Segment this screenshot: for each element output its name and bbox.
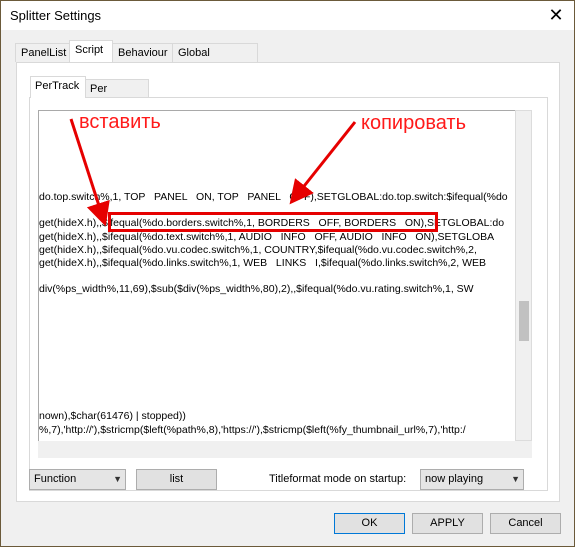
tab-script[interactable]: Script xyxy=(69,40,113,62)
code-line: div(%ps_width%,11,69),$sub($div(%ps_widt… xyxy=(39,283,474,295)
code-line: nown),$char(61476) | stopped)) xyxy=(39,410,186,422)
ok-button[interactable]: OK xyxy=(334,513,405,534)
script-editor[interactable]: do.top.switch%,1, TOP PANEL ON, TOP PANE… xyxy=(38,110,517,443)
list-button[interactable]: list xyxy=(136,469,217,490)
chevron-down-icon: ▼ xyxy=(511,474,520,484)
scrollbar-thumb[interactable] xyxy=(519,301,529,341)
highlight-box xyxy=(108,212,438,232)
window-title: Splitter Settings xyxy=(10,8,102,23)
title-bar: Splitter Settings ✕ xyxy=(1,1,574,30)
code-line: get(hideX.h),,$ifequal(%do.links.switch%… xyxy=(39,257,487,269)
titleformat-mode-label: Titleformat mode on startup: xyxy=(269,473,407,485)
chevron-down-icon: ▼ xyxy=(113,474,122,484)
tab-label: Script xyxy=(75,44,104,56)
function-select-value: Function xyxy=(34,473,77,485)
tab-pertrack[interactable]: PerTrack xyxy=(30,76,86,98)
editor-vertical-scrollbar[interactable] xyxy=(515,110,532,441)
tab-label: PerTrack xyxy=(35,80,80,92)
close-icon[interactable]: ✕ xyxy=(544,4,568,26)
titleformat-mode-value: now playing xyxy=(425,473,484,485)
titleformat-mode-select[interactable]: now playing ▼ xyxy=(420,469,524,490)
scrollbar-corner xyxy=(515,441,532,458)
annotation-paste: вставить xyxy=(79,111,161,133)
splitter-settings-window: Splitter Settings ✕ PanelList Script Beh… xyxy=(0,0,575,547)
annotation-copy: копировать xyxy=(361,112,467,134)
tab-behaviour[interactable]: Behaviour xyxy=(112,43,173,62)
tab-per-second[interactable]: Per Second xyxy=(85,79,149,113)
editor-horizontal-scrollbar[interactable] xyxy=(38,441,515,458)
code-line: get(hideX.h),,$ifequal(%do.vu.codec.swit… xyxy=(39,244,477,256)
tab-global-variables[interactable]: Global variables xyxy=(172,43,258,78)
cancel-button[interactable]: Cancel xyxy=(490,513,561,534)
tab-label: PanelList xyxy=(21,47,67,59)
code-line: get(hideX.h),,$ifequal(%do.text.switch%,… xyxy=(39,231,495,243)
tab-label: Behaviour xyxy=(118,47,168,59)
function-select[interactable]: Function ▼ xyxy=(29,469,126,490)
tab-panellist[interactable]: PanelList xyxy=(15,43,70,62)
code-line: do.top.switch%,1, TOP PANEL ON, TOP PANE… xyxy=(39,191,508,203)
apply-button[interactable]: APPLY xyxy=(412,513,483,534)
code-line: %,7),'http://'),$stricmp($left(%path%,8)… xyxy=(39,424,466,436)
